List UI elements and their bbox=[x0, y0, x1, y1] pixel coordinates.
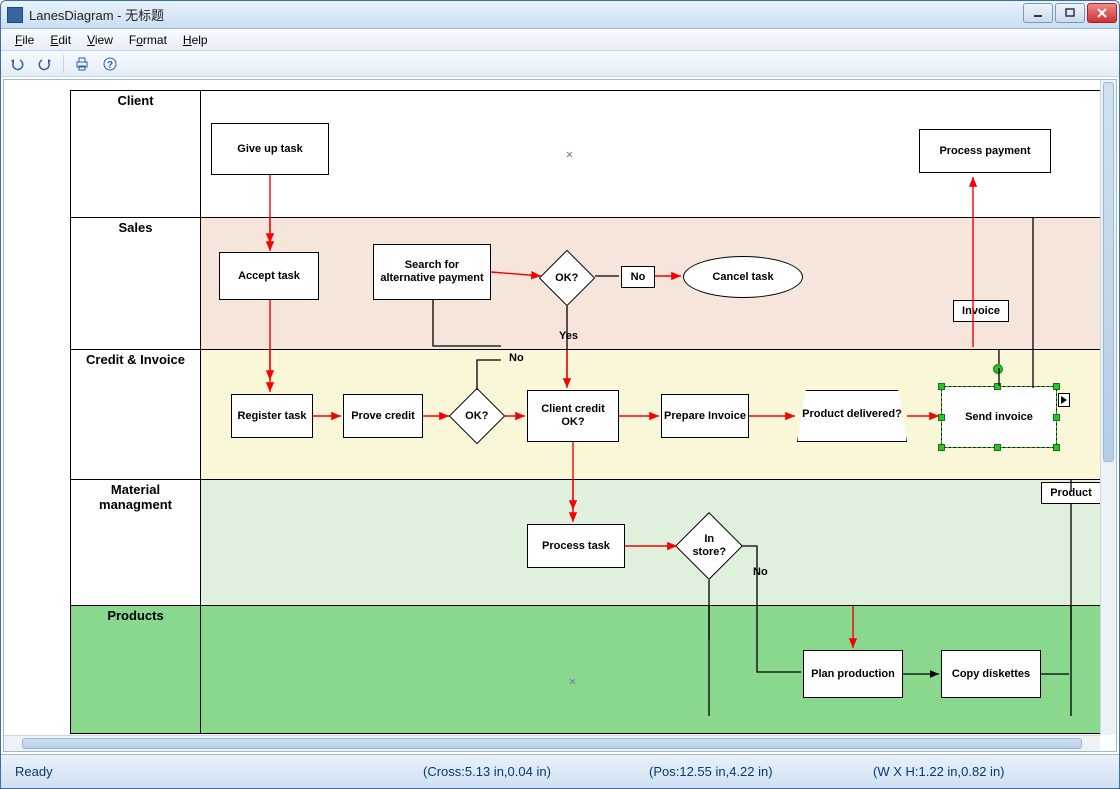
vertical-scrollbar[interactable] bbox=[1100, 80, 1116, 735]
node-in-store[interactable]: In store? bbox=[675, 512, 743, 580]
selection-handle[interactable] bbox=[938, 414, 945, 421]
status-ready: Ready bbox=[3, 764, 65, 779]
status-size: (W X H:1.22 in,0.82 in) bbox=[861, 764, 1017, 779]
lane-header-client[interactable]: Client bbox=[71, 91, 201, 217]
app-icon bbox=[7, 7, 23, 23]
selection-handle[interactable] bbox=[938, 444, 945, 451]
node-ok-sales[interactable]: OK? bbox=[539, 250, 596, 307]
svg-text:?: ? bbox=[107, 60, 113, 71]
canvas-area[interactable]: Client Give up task Process payment bbox=[3, 79, 1117, 752]
toolbar: ? bbox=[1, 51, 1119, 77]
edge-label-yes: Yes bbox=[559, 330, 578, 342]
print-button[interactable] bbox=[72, 54, 92, 74]
edge-label-no-credit: No bbox=[509, 352, 524, 364]
node-plan-production[interactable]: Plan production bbox=[803, 650, 903, 698]
node-product-delivered[interactable]: Product delivered? bbox=[797, 390, 907, 442]
scrollbar-thumb[interactable] bbox=[1103, 82, 1114, 462]
connection-point-icon[interactable] bbox=[993, 364, 1003, 374]
node-register-task[interactable]: Register task bbox=[231, 394, 313, 438]
scrollbar-thumb[interactable] bbox=[22, 738, 1082, 749]
node-process-task[interactable]: Process task bbox=[527, 524, 625, 568]
node-copy-diskettes[interactable]: Copy diskettes bbox=[941, 650, 1041, 698]
node-ok-credit[interactable]: OK? bbox=[449, 388, 506, 445]
minimize-button[interactable] bbox=[1023, 3, 1053, 23]
lane-header-credit[interactable]: Credit & Invoice bbox=[71, 350, 201, 479]
alignment-marker bbox=[569, 678, 576, 685]
edge-label-no-sales[interactable]: No bbox=[621, 266, 655, 288]
node-cancel-task[interactable]: Cancel task bbox=[683, 256, 803, 298]
selection-handle[interactable] bbox=[994, 444, 1001, 451]
undo-button[interactable] bbox=[7, 54, 27, 74]
maximize-button[interactable] bbox=[1055, 3, 1085, 23]
node-accept-task[interactable]: Accept task bbox=[219, 252, 319, 300]
node-process-payment[interactable]: Process payment bbox=[919, 129, 1051, 173]
alignment-marker bbox=[566, 151, 573, 158]
selection-handle[interactable] bbox=[1053, 444, 1060, 451]
close-button[interactable] bbox=[1087, 3, 1117, 23]
node-search-alt-payment[interactable]: Search for alternative payment bbox=[373, 244, 491, 300]
status-cross: (Cross:5.13 in,0.04 in) bbox=[411, 764, 563, 779]
lane-header-products[interactable]: Products bbox=[71, 606, 201, 733]
node-prepare-invoice[interactable]: Prepare Invoice bbox=[661, 394, 749, 438]
node-client-credit-ok[interactable]: Client credit OK? bbox=[527, 390, 619, 442]
menubar: File Edit View Format Help bbox=[1, 29, 1119, 51]
selection-handle[interactable] bbox=[938, 383, 945, 390]
lane-header-sales[interactable]: Sales bbox=[71, 218, 201, 349]
status-pos: (Pos:12.55 in,4.22 in) bbox=[637, 764, 785, 779]
lane-header-material[interactable]: Material managment bbox=[71, 480, 201, 605]
menu-view[interactable]: View bbox=[79, 31, 121, 49]
node-send-invoice[interactable]: Send invoice bbox=[941, 386, 1057, 448]
node-prove-credit[interactable]: Prove credit bbox=[343, 394, 423, 438]
redo-button[interactable] bbox=[35, 54, 55, 74]
window-title: LanesDiagram - 无标题 bbox=[29, 5, 164, 24]
horizontal-scrollbar[interactable] bbox=[4, 735, 1100, 751]
menu-file[interactable]: File bbox=[7, 31, 42, 49]
node-give-up-task[interactable]: Give up task bbox=[211, 123, 329, 175]
edge-label-no-store: No bbox=[753, 566, 768, 578]
toolbar-separator bbox=[63, 55, 64, 73]
selection-handle[interactable] bbox=[1053, 383, 1060, 390]
window-titlebar: LanesDiagram - 无标题 bbox=[1, 1, 1119, 29]
menu-format[interactable]: Format bbox=[121, 31, 175, 49]
selection-handle[interactable] bbox=[1053, 414, 1060, 421]
swimlane-pool[interactable]: Client Give up task Process payment bbox=[70, 90, 1100, 734]
port-out-icon[interactable] bbox=[1058, 393, 1070, 407]
help-button[interactable]: ? bbox=[100, 54, 120, 74]
edge-label-invoice[interactable]: Invoice bbox=[953, 300, 1009, 322]
edge-label-product[interactable]: Product bbox=[1041, 482, 1100, 504]
selection-handle[interactable] bbox=[994, 383, 1001, 390]
menu-edit[interactable]: Edit bbox=[42, 31, 79, 49]
status-bar: Ready (Cross:5.13 in,0.04 in) (Pos:12.55… bbox=[1, 754, 1119, 788]
menu-help[interactable]: Help bbox=[175, 31, 216, 49]
